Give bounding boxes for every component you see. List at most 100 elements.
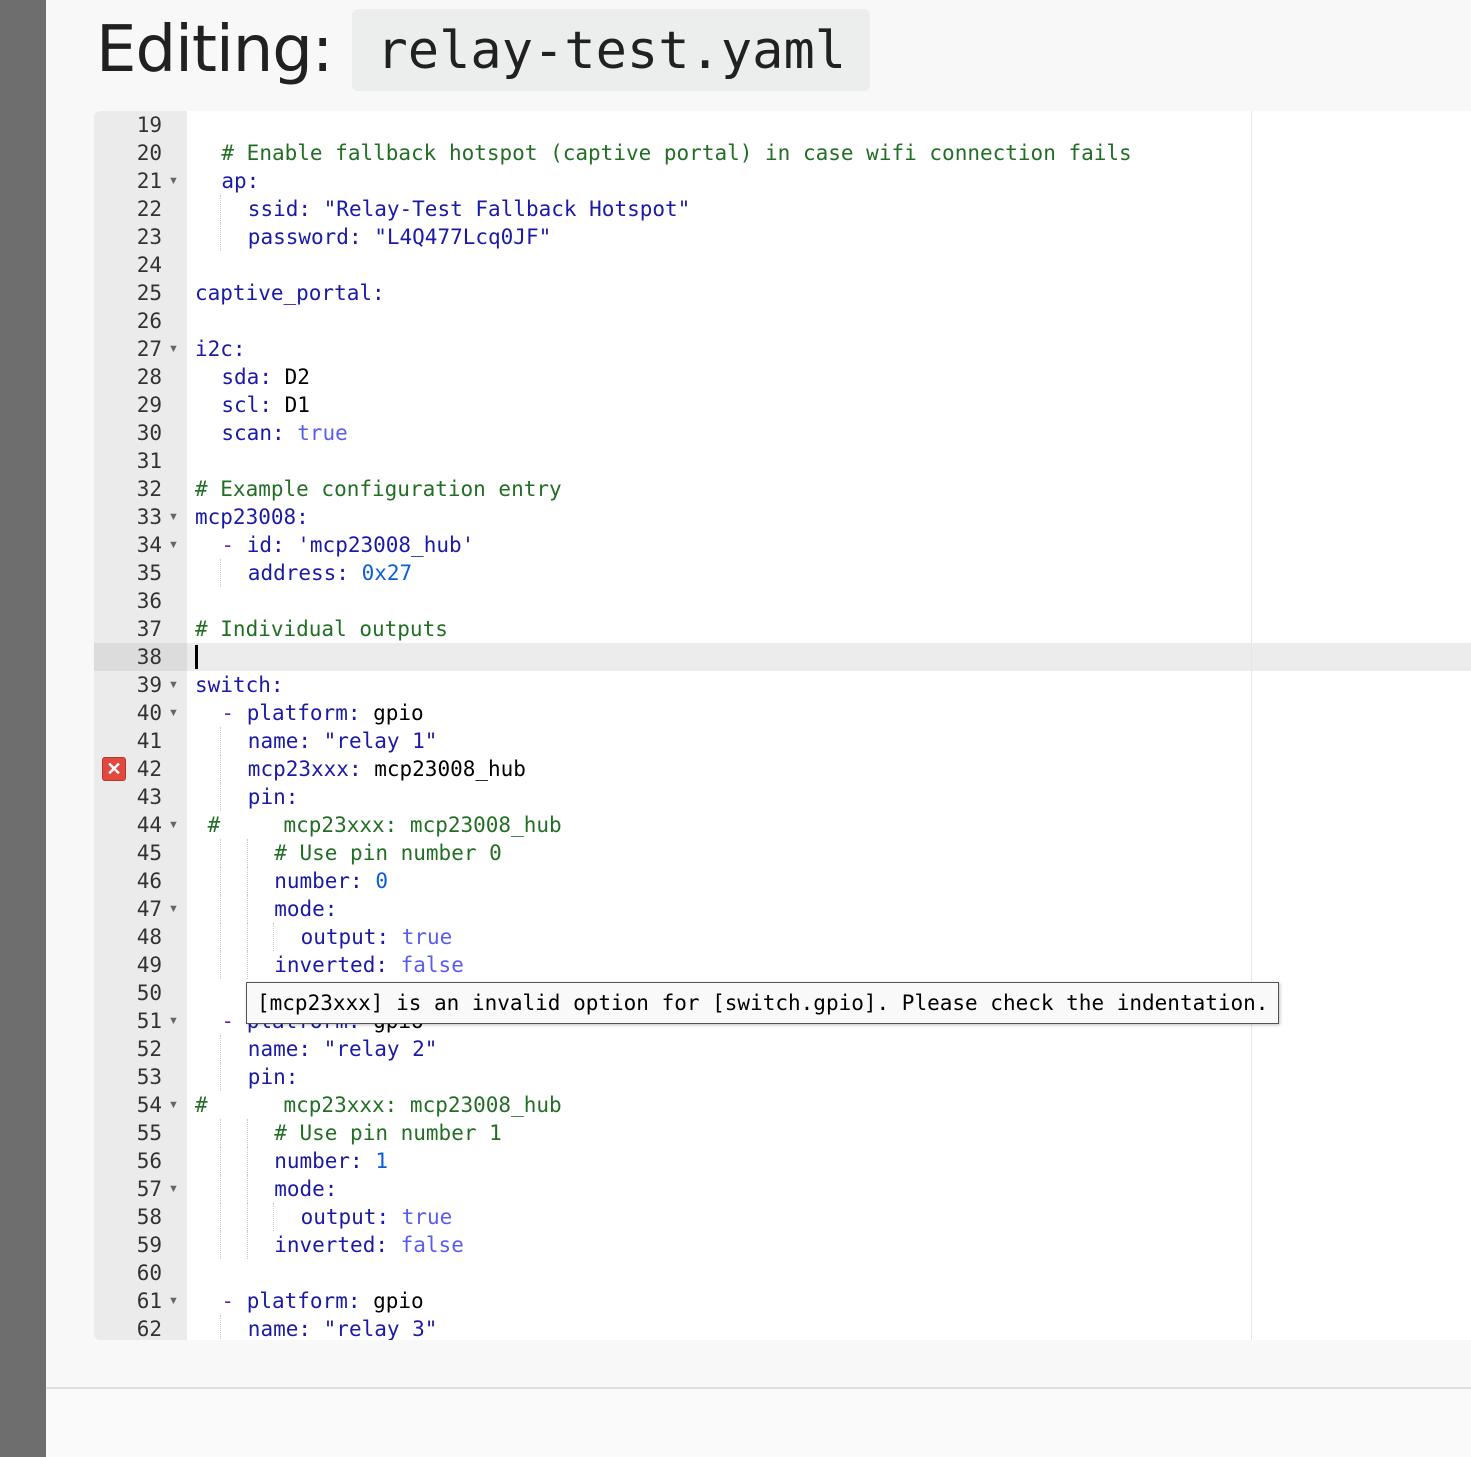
line-number: 45 [136,841,162,865]
code-token: # mcp23xxx: mcp23008_hub [195,813,562,837]
code-line[interactable]: mcp23008: [195,503,309,531]
code-token: platform: [246,1289,374,1313]
code-token: 1 [375,1149,388,1173]
code-token: - [221,533,247,557]
indent-guide [220,951,222,979]
code-token: mcp23008_hub [374,757,526,781]
code-line[interactable]: i2c: [195,335,246,363]
code-token: # Use pin number 1 [274,1121,502,1145]
fold-toggle-icon[interactable]: ▼ [168,1287,179,1315]
code-line[interactable]: mode: [274,1175,337,1203]
fold-toggle-icon[interactable]: ▼ [168,1007,179,1035]
line-number: 35 [136,561,162,585]
fold-toggle-icon[interactable]: ▼ [168,335,179,363]
code-line[interactable]: inverted: false [274,1231,464,1259]
code-line[interactable]: # Enable fallback hotspot (captive porta… [221,139,1131,167]
code-token: "relay 3" [323,1317,438,1340]
code-line[interactable]: # mcp23xxx: mcp23008_hub [195,811,562,839]
code-line[interactable]: number: 1 [274,1147,388,1175]
code-token: ap: [221,169,260,193]
code-line[interactable]: - platform: gpio [221,699,423,727]
code-token: # mcp23xxx: mcp23008_hub [195,1093,562,1117]
code-token: "Relay-Test Fallback Hotspot" [323,197,691,221]
fold-toggle-icon[interactable]: ▼ [168,1091,179,1119]
line-number: 52 [136,1037,162,1061]
code-token: name: [247,729,324,753]
fold-toggle-icon[interactable]: ▼ [168,167,179,195]
line-number: 55 [136,1121,162,1145]
code-line[interactable]: output: true [301,1203,453,1231]
code-line[interactable]: name: "relay 3" [248,1315,438,1340]
title-label: Editing: [96,13,333,87]
code-line[interactable]: scl: D1 [221,391,310,419]
code-line[interactable]: inverted: false [274,951,464,979]
code-token: "L4Q477Lcq0JF" [374,225,552,249]
code-line[interactable]: output: true [301,923,453,951]
code-line[interactable]: # Use pin number 0 [274,839,502,867]
code-token: sda: [221,365,285,389]
code-line[interactable]: # Individual outputs [195,615,448,643]
code-line[interactable]: - platform: gpio [221,1287,423,1315]
code-line[interactable]: - id: 'mcp23008_hub' [221,531,474,559]
code-token: i2c: [195,337,246,361]
code-token: output: [300,1205,402,1229]
indent-guide [220,1231,222,1259]
code-line[interactable]: number: 0 [274,867,388,895]
fold-toggle-icon[interactable]: ▼ [168,531,179,559]
code-line[interactable]: # Example configuration entry [195,475,562,503]
code-token: inverted: [274,953,401,977]
fold-toggle-icon[interactable]: ▼ [168,503,179,531]
code-line[interactable]: captive_portal: [195,279,385,307]
indent-guide [246,839,249,867]
indent-guide [220,867,222,895]
code-line[interactable]: name: "relay 1" [248,727,438,755]
code-token: # Individual outputs [195,617,448,641]
code-token: switch: [195,673,284,697]
line-number: 59 [136,1233,162,1257]
line-number: 40 [136,701,162,725]
code-line[interactable]: # Use pin number 1 [274,1119,502,1147]
fold-toggle-icon[interactable]: ▼ [168,811,179,839]
code-line[interactable]: pin: [248,1063,299,1091]
line-number: 23 [136,225,162,249]
code-line[interactable]: mode: [274,895,337,923]
indent-guide [220,1119,222,1147]
code-line[interactable]: address: 0x27 [248,559,412,587]
fold-toggle-icon[interactable]: ▼ [168,699,179,727]
code-line[interactable]: sda: D2 [221,363,310,391]
line-number: 21 [136,169,162,193]
line-number: 50 [136,981,162,1005]
line-number: 47 [136,897,162,921]
code-line[interactable]: ssid: "Relay-Test Fallback Hotspot" [248,195,691,223]
line-number: 30 [136,421,162,445]
code-line[interactable]: password: "L4Q477Lcq0JF" [248,223,551,251]
code-token: D1 [284,393,310,417]
line-number: 51 [136,1009,162,1033]
code-editor[interactable]: 19 20 # Enable fallback hotspot (captive p… [94,111,1471,1340]
code-line[interactable]: ap: [221,167,259,195]
error-icon[interactable]: ✕ [102,757,126,781]
code-token: 'mcp23008_hub' [297,533,475,557]
code-token: D2 [284,365,310,389]
fold-toggle-icon[interactable]: ▼ [168,895,179,923]
dialog-footer [46,1389,1471,1457]
line-number: 33 [136,505,162,529]
code-token: name: [247,1317,324,1340]
code-line[interactable]: pin: [248,783,299,811]
code-token: mode: [274,897,338,921]
code-line[interactable]: switch: [195,671,284,699]
indent-guide [246,1203,249,1231]
line-number: 38 [136,645,162,669]
fold-toggle-icon[interactable]: ▼ [168,671,179,699]
code-line[interactable]: name: "relay 2" [248,1035,438,1063]
code-token: # Example configuration entry [195,477,562,501]
error-tooltip: [mcp23xxx] is an invalid option for [swi… [246,982,1280,1024]
line-number: 46 [136,869,162,893]
code-line[interactable]: # mcp23xxx: mcp23008_hub [195,1091,562,1119]
code-line[interactable]: scan: true [221,419,347,447]
code-token: "relay 2" [323,1037,438,1061]
indent-guide [220,923,222,951]
fold-toggle-icon[interactable]: ▼ [168,1175,179,1203]
text-cursor [195,645,198,669]
code-line-error[interactable]: mcp23xxx: mcp23008_hub [248,755,526,783]
